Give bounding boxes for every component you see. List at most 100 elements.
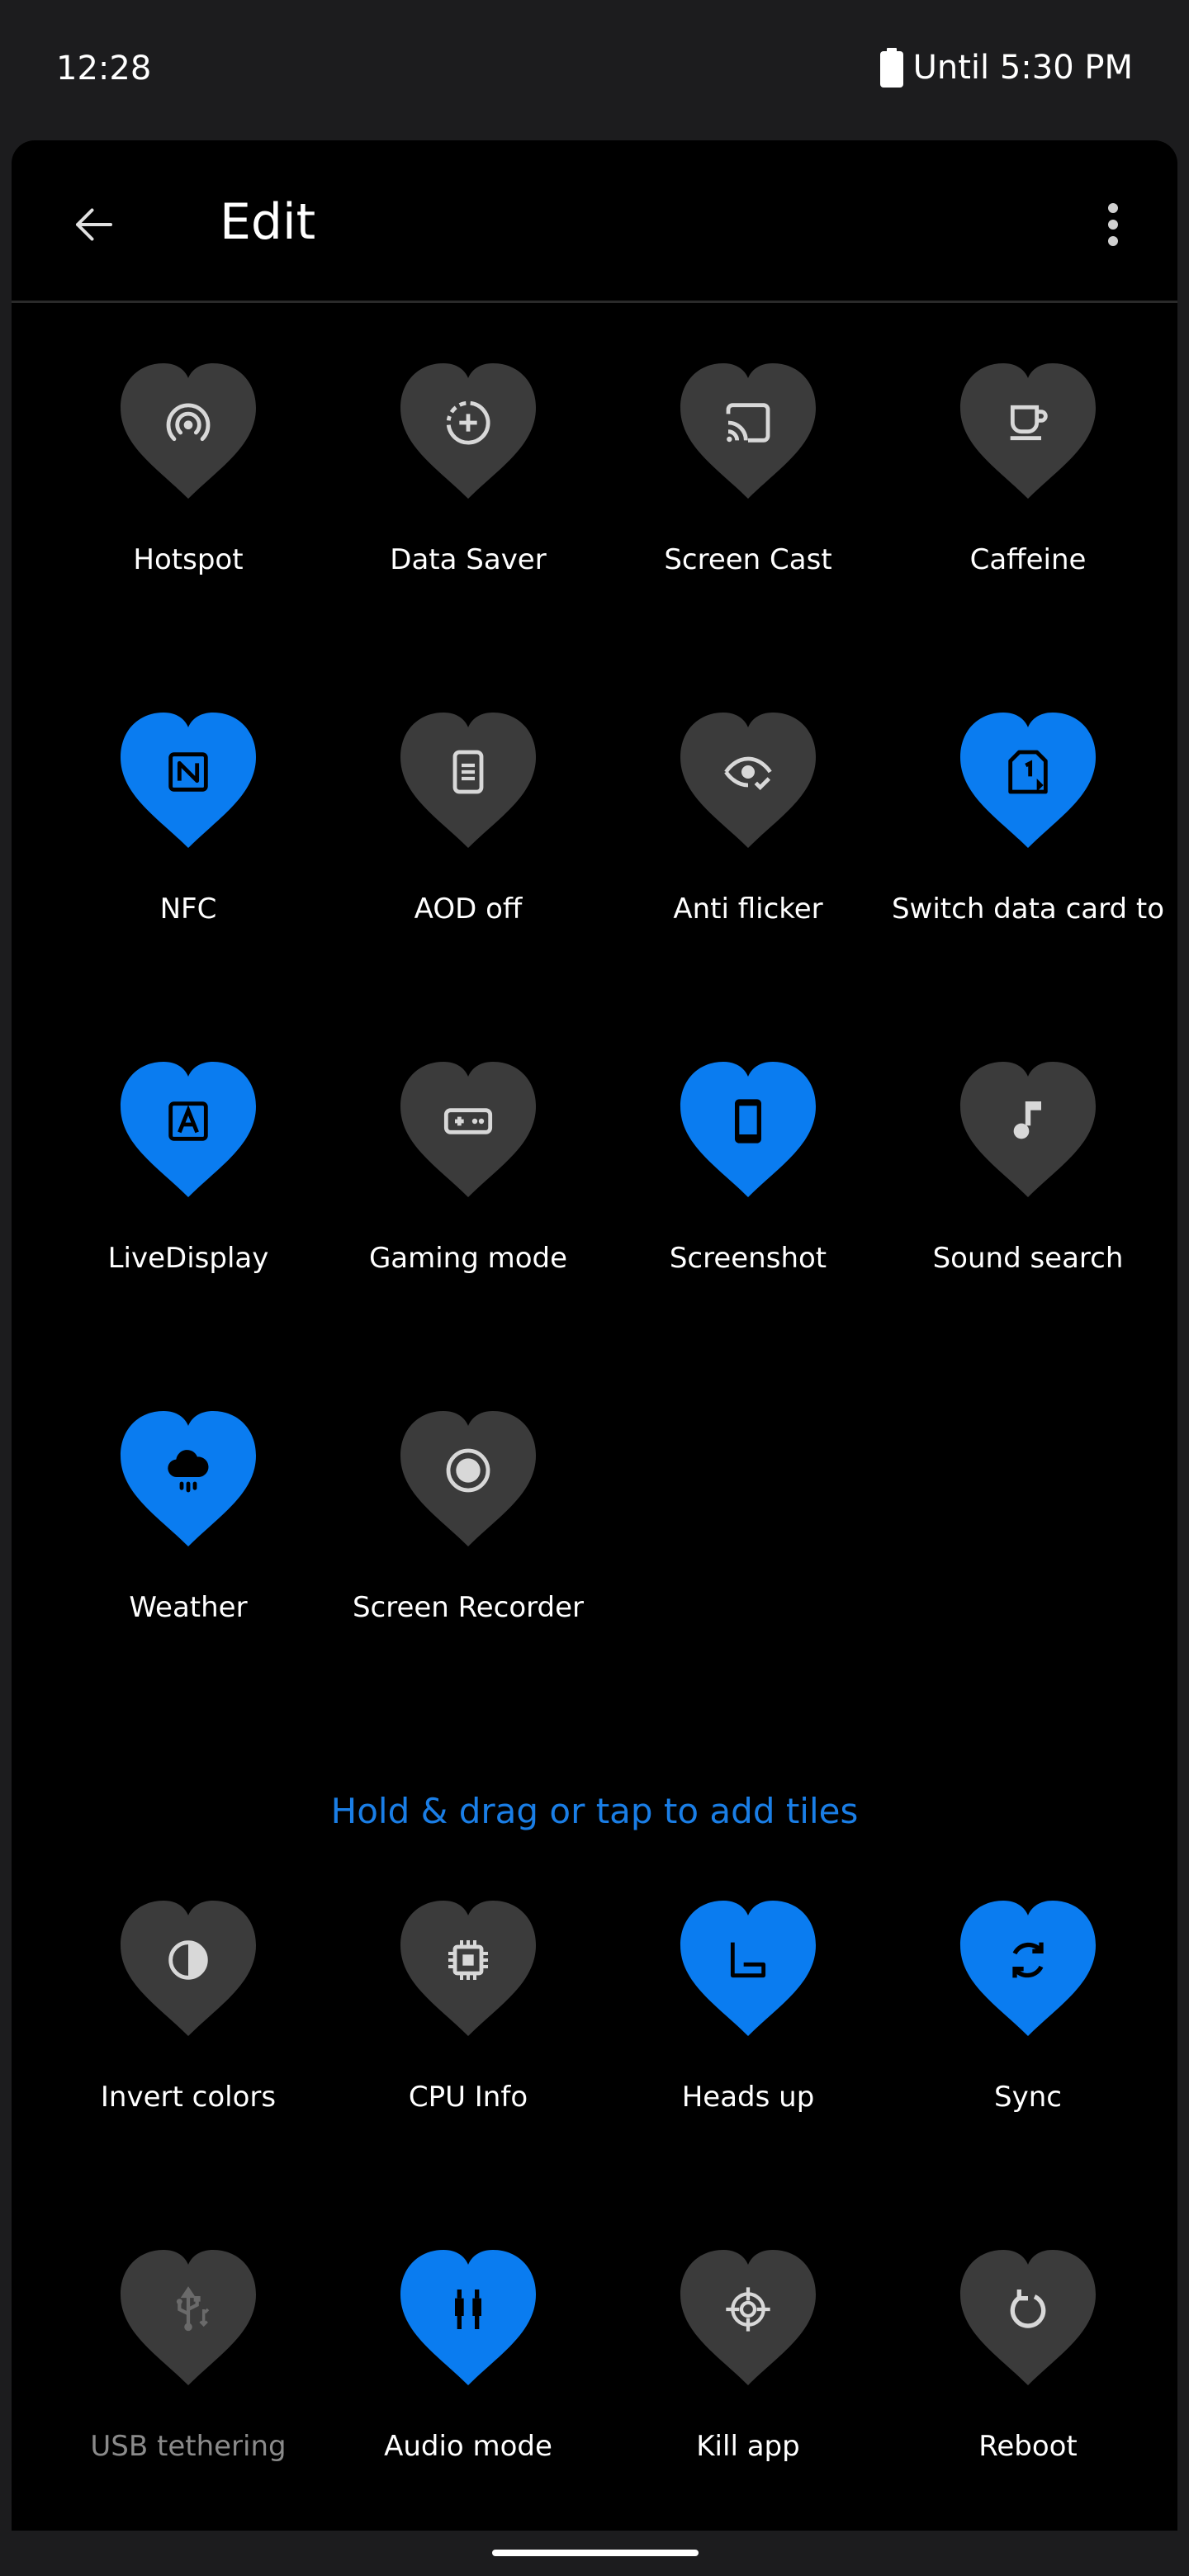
tile-gaming-mode[interactable]: Gaming mode (329, 1058, 607, 1323)
live-display-icon (168, 1101, 208, 1141)
tile-label: Audio mode (384, 2430, 552, 2463)
audio-jack-icon (455, 2289, 481, 2329)
tile-heart-background (957, 1058, 1099, 1200)
crosshair-icon (726, 2287, 770, 2332)
tile-label: Weather (129, 1591, 248, 1624)
nfc-icon (168, 751, 208, 792)
tile-heart-background (397, 709, 539, 851)
tile-sound-search[interactable]: Sound search (889, 1058, 1167, 1323)
tile-heart-background (397, 1058, 539, 1200)
tile-heart-background (397, 2247, 539, 2389)
data-saver-icon (446, 400, 490, 445)
tile-usb-tethering[interactable]: USB tethering (50, 2247, 327, 2511)
tile-nfc[interactable]: NFC (50, 709, 327, 973)
tile-label: AOD off (414, 893, 523, 926)
tile-anti-flicker[interactable]: Anti flicker (609, 709, 887, 973)
tile-label: USB tethering (90, 2430, 287, 2463)
home-indicator[interactable] (492, 2550, 699, 2556)
tile-heart-background (957, 1897, 1099, 2039)
tile-weather[interactable]: Weather (50, 1408, 327, 1672)
app-bar: Edit (12, 140, 1177, 303)
tile-label: NFC (159, 893, 217, 926)
tile-heads-up[interactable]: Heads up (609, 1897, 887, 2162)
status-time: 12:28 (56, 50, 152, 88)
tile-heart-background (117, 1408, 259, 1550)
battery-icon (879, 48, 903, 88)
battery-status: Until 5:30 PM (879, 48, 1133, 88)
page-title: Edit (220, 193, 316, 251)
tile-label: Sound search (932, 1242, 1124, 1275)
tile-heart-background (397, 360, 539, 502)
tile-label: Gaming mode (368, 1242, 568, 1275)
usb-icon (176, 2285, 210, 2331)
invert-colors-icon (168, 1939, 208, 1980)
tile-heart-background (677, 360, 819, 502)
arrow-left-icon (76, 208, 112, 241)
hotspot-icon (166, 403, 211, 441)
tile-label: Screen Recorder (352, 1591, 585, 1624)
tile-label: CPU Info (408, 2081, 528, 2114)
phone-icon (735, 1099, 761, 1144)
tile-heart-background (397, 1408, 539, 1550)
tile-heart-background (117, 709, 259, 851)
tile-sync[interactable]: Sync (889, 1897, 1167, 2162)
tile-heart-background (117, 360, 259, 502)
more-vert-icon (1108, 203, 1118, 246)
eye-check-icon (724, 756, 772, 790)
heads-up-icon (730, 1942, 766, 1977)
more-options-button[interactable] (1088, 192, 1138, 258)
tile-screen-cast[interactable]: Screen Cast (609, 360, 887, 624)
tile-heart-background (117, 1897, 259, 2039)
back-button[interactable] (61, 192, 127, 258)
tile-reboot[interactable]: Reboot (889, 2247, 1167, 2511)
tile-label: LiveDisplay (107, 1242, 269, 1275)
tile-label: Caffeine (969, 543, 1087, 576)
tile-heart-background (957, 709, 1099, 851)
tile-label: Sync (994, 2081, 1062, 2114)
tile-heart-background (677, 1897, 819, 2039)
cloud-rain-icon (168, 1449, 209, 1493)
tile-aod-off[interactable]: AOD off (329, 709, 607, 973)
tile-heart-background (397, 1897, 539, 2039)
tile-heart-background (957, 2247, 1099, 2389)
aod-icon (452, 750, 484, 794)
tile-caffeine[interactable]: Caffeine (889, 360, 1167, 624)
tile-heart-background (957, 360, 1099, 502)
sim-card-icon (1008, 750, 1048, 794)
tile-hotspot[interactable]: Hotspot (50, 360, 327, 624)
gamepad-icon (443, 1107, 493, 1134)
tile-label: Invert colors (100, 2081, 277, 2114)
tile-switch-data-card-to[interactable]: Switch data card to (889, 709, 1167, 973)
record-icon (446, 1448, 490, 1493)
tile-heart-background (117, 1058, 259, 1200)
tile-label: Kill app (696, 2430, 800, 2463)
tile-heart-background (677, 2247, 819, 2389)
tile-audio-mode[interactable]: Audio mode (329, 2247, 607, 2511)
tile-heart-background (677, 709, 819, 851)
tile-label: Screen Cast (664, 543, 832, 576)
tile-cpu-info[interactable]: CPU Info (329, 1897, 607, 2162)
tile-label: Heads up (681, 2081, 815, 2114)
tile-heart-background (117, 2247, 259, 2389)
battery-text: Until 5:30 PM (912, 49, 1133, 87)
tile-livedisplay[interactable]: LiveDisplay (50, 1058, 327, 1323)
edit-panel: Edit Hotspot Data Saver Screen Cast Caffein… (12, 140, 1177, 2531)
music-note-icon (1013, 1101, 1041, 1139)
cast-icon (726, 402, 770, 443)
coffee-cup-icon (1010, 405, 1048, 440)
tile-label: Hotspot (133, 543, 244, 576)
tile-screen-recorder[interactable]: Screen Recorder (329, 1408, 607, 1672)
tile-label: Reboot (978, 2430, 1078, 2463)
sync-icon (1012, 1942, 1044, 1978)
tile-kill-app[interactable]: Kill app (609, 2247, 887, 2511)
tile-label: Switch data card to (891, 893, 1165, 926)
tile-heart-background (677, 1058, 819, 1200)
tile-invert-colors[interactable]: Invert colors (50, 1897, 327, 2162)
tile-screenshot[interactable]: Screenshot (609, 1058, 887, 1323)
tile-label: Screenshot (669, 1242, 827, 1275)
add-tiles-hint: Hold & drag or tap to add tiles (330, 1791, 859, 1831)
status-bar: 12:28 Until 5:30 PM (0, 0, 1189, 140)
tile-label: Data Saver (390, 543, 547, 576)
cpu-icon (448, 1939, 488, 1980)
tile-data-saver[interactable]: Data Saver (329, 360, 607, 624)
